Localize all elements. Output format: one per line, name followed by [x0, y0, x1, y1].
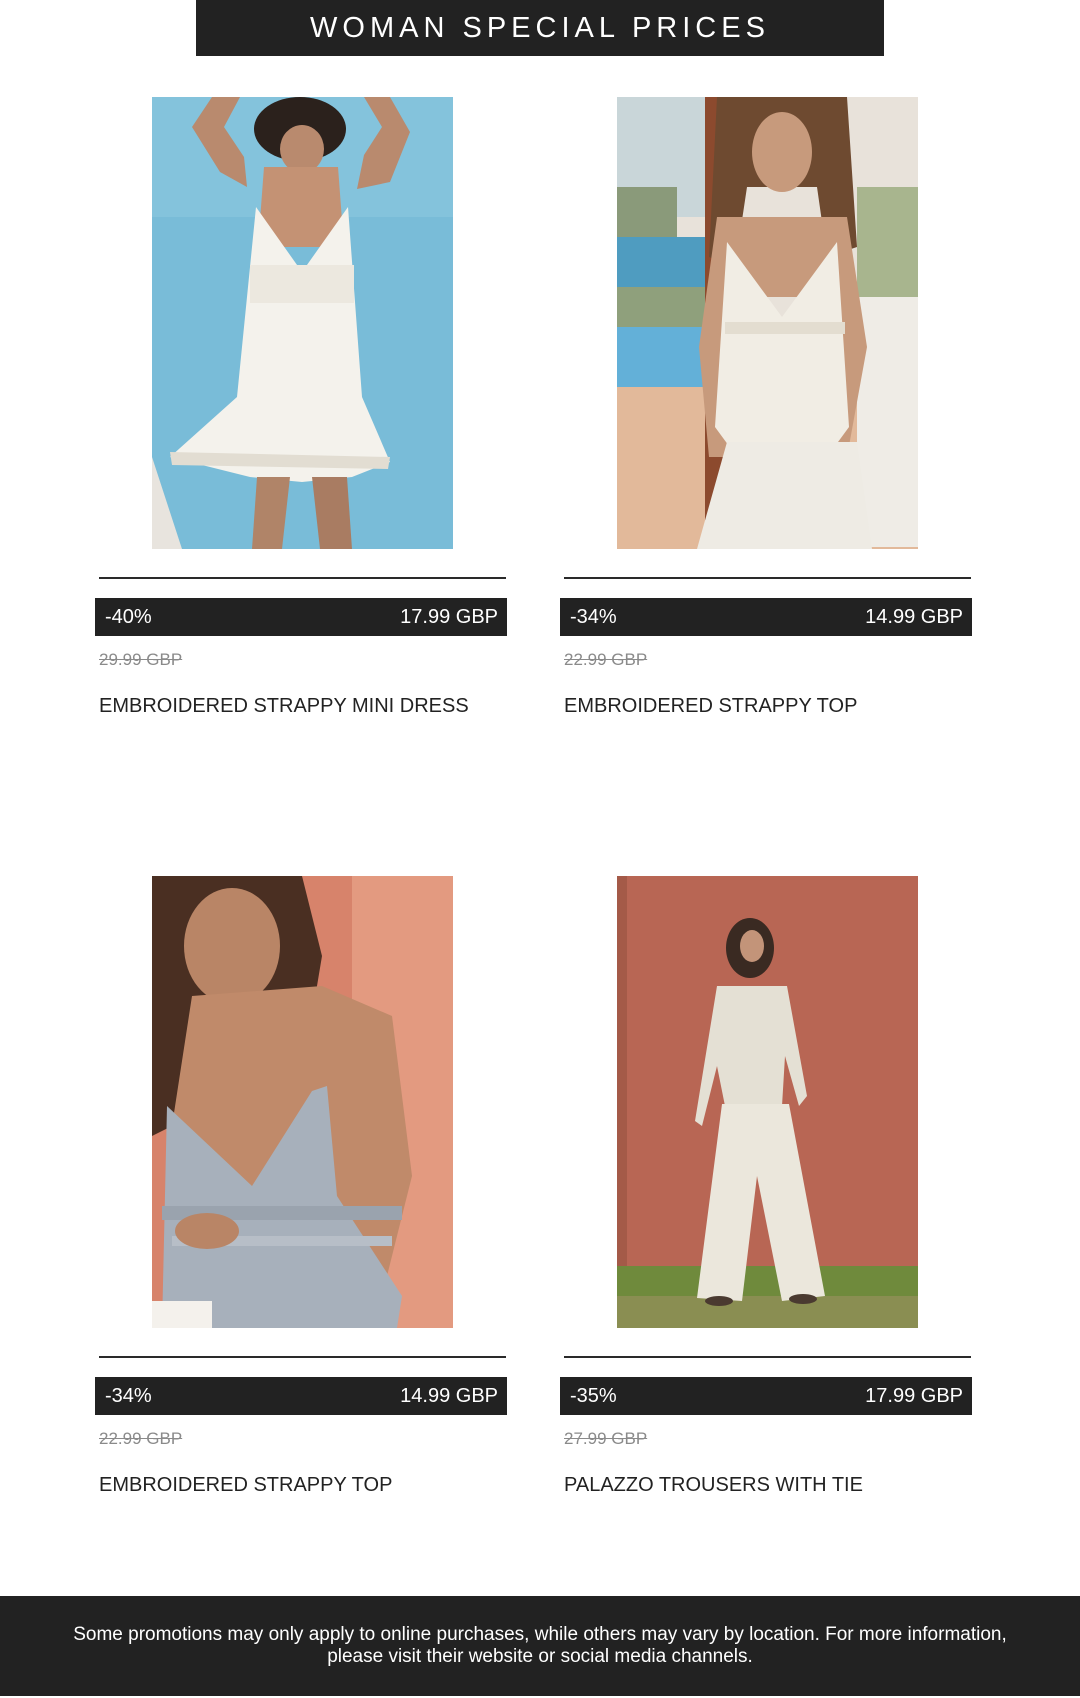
divider: [564, 577, 971, 579]
price-bar: -40% 17.99 GBP: [95, 598, 507, 636]
product-image[interactable]: [617, 876, 918, 1328]
product-name[interactable]: PALAZZO TROUSERS WITH TIE: [564, 1474, 863, 1497]
price-bar: -34% 14.99 GBP: [95, 1377, 507, 1415]
product-card[interactable]: -34% 14.99 GBP 22.99 GBP EMBROIDERED STR…: [560, 97, 975, 767]
footer: Some promotions may only apply to online…: [0, 1596, 1080, 1696]
sale-price: 17.99 GBP: [400, 605, 498, 628]
sale-price: 14.99 GBP: [400, 1384, 498, 1407]
original-price: 22.99 GBP: [99, 1429, 183, 1448]
product-image[interactable]: [152, 876, 453, 1328]
product-name[interactable]: EMBROIDERED STRAPPY MINI DRESS: [99, 695, 469, 718]
product-card[interactable]: -34% 14.99 GBP 22.99 GBP EMBROIDERED STR…: [95, 876, 510, 1546]
product-card[interactable]: -40% 17.99 GBP 29.99 GBP EMBROIDERED STR…: [95, 97, 510, 767]
product-name[interactable]: EMBROIDERED STRAPPY TOP: [99, 1474, 392, 1497]
discount-badge: -35%: [570, 1384, 617, 1407]
product-name[interactable]: EMBROIDERED STRAPPY TOP: [564, 695, 857, 718]
product-card[interactable]: -35% 17.99 GBP 27.99 GBP PALAZZO TROUSER…: [560, 876, 975, 1546]
product-grid: -40% 17.99 GBP 29.99 GBP EMBROIDERED STR…: [0, 0, 1080, 1594]
disclaimer-text: Some promotions may only apply to online…: [73, 1624, 1007, 1667]
sale-price: 17.99 GBP: [865, 1384, 963, 1407]
divider: [564, 1356, 971, 1358]
discount-badge: -34%: [570, 605, 617, 628]
original-price: 27.99 GBP: [564, 1429, 648, 1448]
product-image[interactable]: [152, 97, 453, 549]
discount-badge: -34%: [105, 1384, 152, 1407]
sale-price: 14.99 GBP: [865, 605, 963, 628]
original-price: 29.99 GBP: [99, 650, 183, 669]
original-price: 22.99 GBP: [564, 650, 648, 669]
price-bar: -35% 17.99 GBP: [560, 1377, 972, 1415]
discount-badge: -40%: [105, 605, 152, 628]
price-bar: -34% 14.99 GBP: [560, 598, 972, 636]
product-image[interactable]: [617, 97, 918, 549]
divider: [99, 577, 506, 579]
divider: [99, 1356, 506, 1358]
